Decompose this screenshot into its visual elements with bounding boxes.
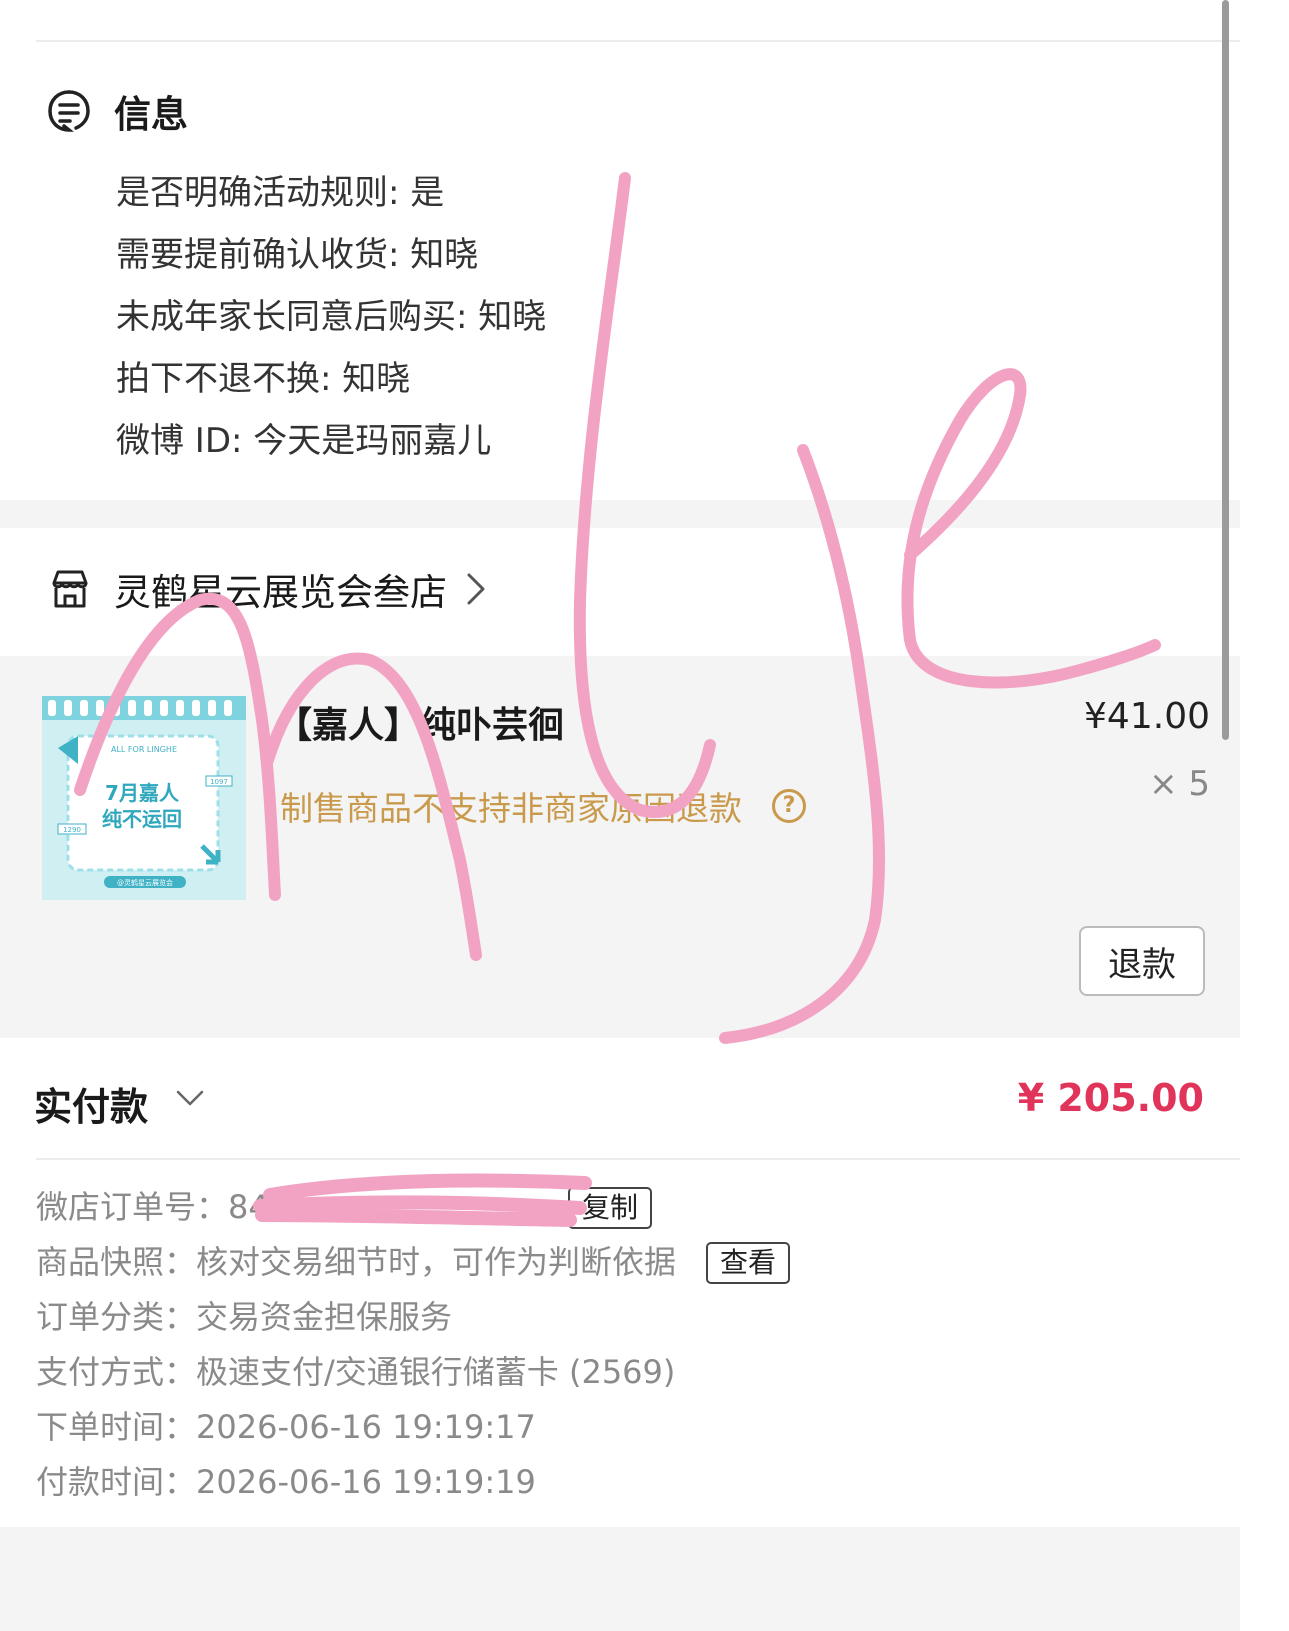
- paid-label: 实付款: [34, 1085, 149, 1129]
- section-separator: [0, 500, 1240, 528]
- thumb-text: 1290: [63, 826, 81, 834]
- info-list: 是否明确活动规则: 是 需要提前确认收货: 知晓 未成年家长同意后购买: 知晓 …: [116, 162, 546, 472]
- pay-time-row: 付款时间： 2026-06-16 19:19:19: [36, 1455, 790, 1510]
- chevron-right-icon: [465, 569, 487, 609]
- store-icon: [48, 567, 92, 611]
- info-note-icon: [46, 88, 92, 134]
- info-line: 微博 ID: 今天是玛丽嘉儿: [116, 421, 492, 461]
- payment-summary[interactable]: 实付款 ¥ 205.00: [34, 1070, 1204, 1130]
- copy-button[interactable]: 复制: [568, 1186, 653, 1229]
- help-icon[interactable]: ?: [772, 789, 806, 823]
- paid-amount: ¥ 205.00: [1017, 1076, 1204, 1120]
- divider: [36, 40, 1253, 42]
- pay-method-label: 支付方式：: [36, 1353, 197, 1391]
- order-number-label: 微店订单号：: [36, 1188, 229, 1226]
- info-section-header: 信息: [46, 84, 188, 138]
- order-detail-page: · · · · · · · · · · · · · · · · · · · · …: [0, 0, 1289, 1631]
- category-row: 订单分类： 交易资金担保服务: [36, 1290, 790, 1345]
- info-line: 未成年家长同意后购买: 知晓: [116, 297, 547, 337]
- info-title: 信息: [114, 93, 188, 136]
- shop-name: 灵鹤星云展览会叁店: [114, 571, 447, 614]
- product-title[interactable]: 【嘉人】纯卟芸徊: [276, 696, 564, 748]
- info-line: 拍下不退不换: 知晓: [116, 359, 411, 399]
- thumb-text: 1097: [210, 778, 228, 786]
- product-thumbnail[interactable]: ALL FOR LINGHE 7月嘉人 纯不运回 1097 1290 @灵鹤星云…: [42, 696, 246, 900]
- thumb-text: @灵鹤星云展览会: [117, 878, 173, 887]
- pay-method-value: 极速支付/交通银行储蓄卡 (2569): [196, 1353, 676, 1391]
- order-number-value: 84: [228, 1188, 269, 1226]
- order-number-row: 微店订单号： 84 复制: [36, 1180, 790, 1235]
- order-details: 微店订单号： 84 复制 商品快照： 核对交易细节时，可作为判断依据 查看 订单…: [36, 1180, 791, 1510]
- refund-policy-text: 制售商品不支持非商家原因退款: [280, 789, 742, 828]
- category-label: 订单分类：: [36, 1298, 197, 1336]
- shop-row[interactable]: 灵鹤星云展览会叁店: [48, 562, 487, 616]
- divider: [36, 1158, 1253, 1160]
- order-time-label: 下单时间：: [36, 1408, 197, 1446]
- pay-time-label: 付款时间：: [36, 1463, 197, 1501]
- snapshot-row: 商品快照： 核对交易细节时，可作为判断依据 查看: [36, 1235, 791, 1290]
- bottom-band: [0, 1527, 1240, 1631]
- info-line: 是否明确活动规则: 是: [116, 173, 445, 213]
- thumb-text: ALL FOR LINGHE: [111, 745, 177, 754]
- order-time-row: 下单时间： 2026-06-16 19:19:17: [36, 1400, 790, 1455]
- pay-time-value: 2026-06-16 19:19:19: [196, 1463, 536, 1501]
- cut-off-text: · · · · · · · · · · · · · · · · · · · · …: [120, 0, 1170, 6]
- refund-button[interactable]: 退款: [1079, 926, 1205, 996]
- pay-method-row: 支付方式： 极速支付/交通银行储蓄卡 (2569): [36, 1345, 790, 1400]
- product-price: ¥41.00: [1084, 696, 1210, 737]
- thumb-text: 纯不运回: [102, 807, 182, 831]
- info-line: 需要提前确认收货: 知晓: [116, 235, 479, 275]
- snapshot-value: 核对交易细节时，可作为判断依据: [196, 1243, 677, 1281]
- refund-policy-notice: 制售商品不支持非商家原因退款 ?: [280, 782, 806, 830]
- category-value: 交易资金担保服务: [196, 1298, 453, 1336]
- order-time-value: 2026-06-16 19:19:17: [196, 1408, 536, 1446]
- thumb-text: 7月嘉人: [105, 781, 180, 805]
- view-snapshot-button[interactable]: 查看: [706, 1241, 791, 1284]
- chevron-down-icon[interactable]: [174, 1082, 206, 1114]
- snapshot-label: 商品快照：: [36, 1243, 197, 1281]
- product-card[interactable]: ALL FOR LINGHE 7月嘉人 纯不运回 1097 1290 @灵鹤星云…: [0, 656, 1240, 1038]
- scrollbar[interactable]: [1222, 0, 1229, 740]
- product-quantity: × 5: [1149, 764, 1210, 804]
- screen-edge: [1240, 0, 1289, 1631]
